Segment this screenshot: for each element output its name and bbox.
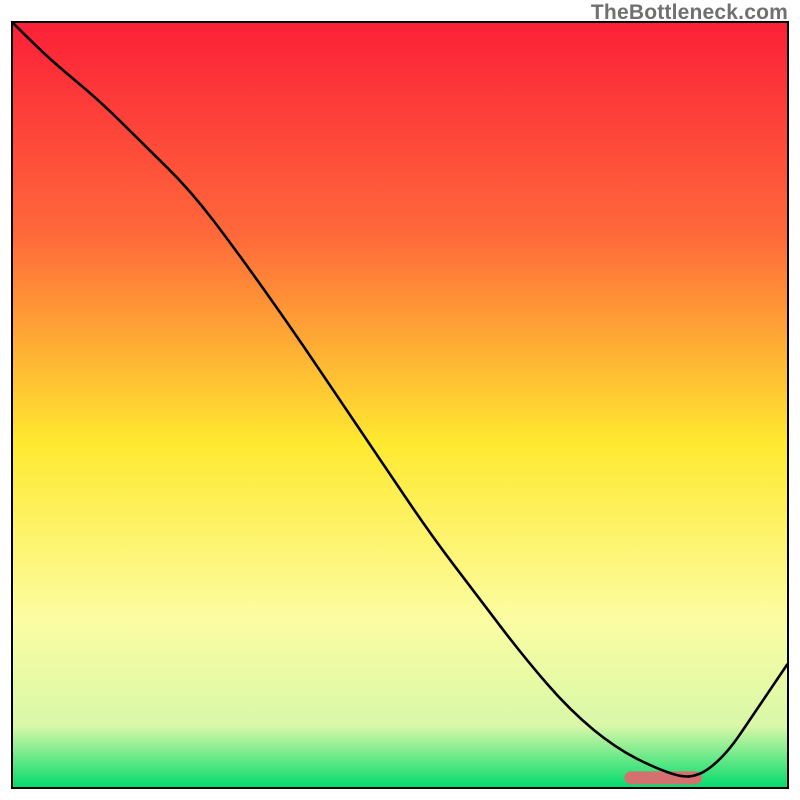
bottleneck-chart — [13, 23, 787, 787]
chart-frame — [11, 21, 789, 789]
optimal-range-marker — [624, 771, 701, 784]
gradient-background — [13, 23, 787, 787]
